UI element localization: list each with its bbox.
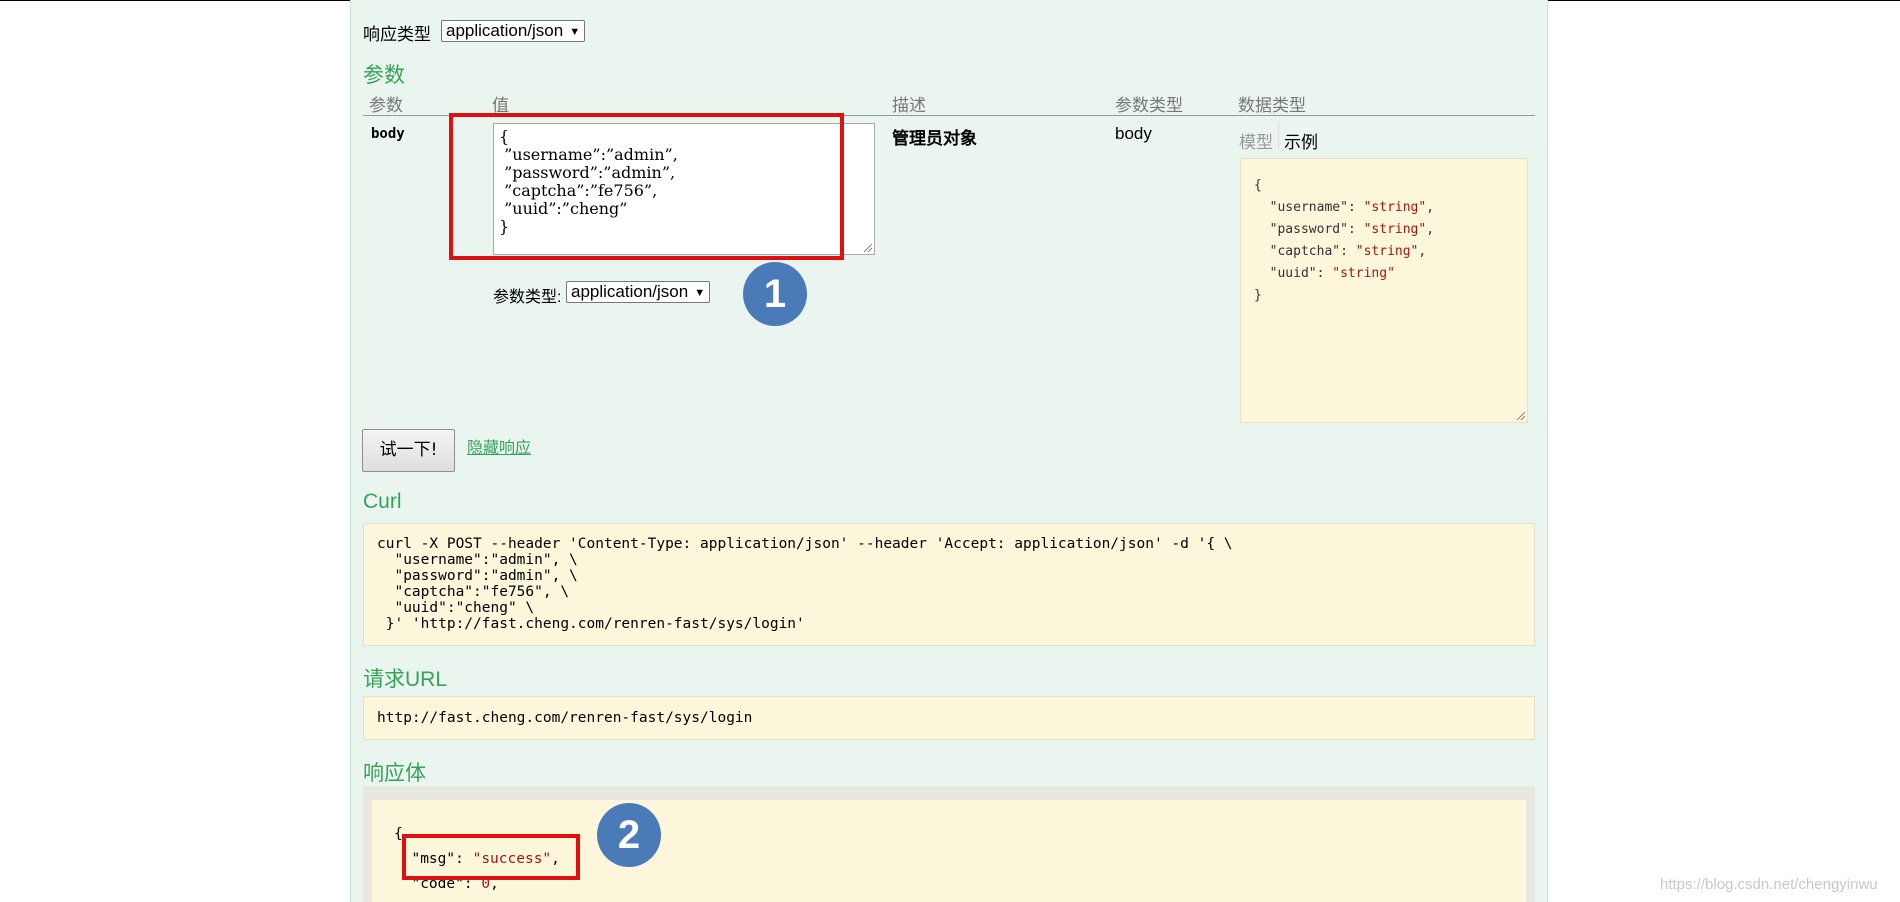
response-body-title: 响应体 bbox=[363, 762, 426, 785]
example-value: "string" bbox=[1363, 200, 1427, 215]
curl-line: curl -X POST --header 'Content-Type: app… bbox=[377, 536, 1233, 552]
chevron-down-icon: ▼ bbox=[569, 26, 581, 38]
annotation-badge-1: 1 bbox=[743, 262, 807, 326]
curl-line: "captcha":"fe756", \ bbox=[377, 584, 570, 600]
tab-model[interactable]: 模型 bbox=[1239, 128, 1273, 153]
example-sep: , bbox=[1426, 222, 1435, 237]
curl-line: "uuid":"cheng" \ bbox=[377, 600, 535, 616]
content-type-value: application/json bbox=[571, 282, 689, 301]
example-sep: , bbox=[1426, 200, 1435, 215]
content-type-select[interactable]: application/json ▼ bbox=[566, 281, 710, 303]
header-param: 参数 bbox=[369, 96, 403, 115]
example-key: "username" bbox=[1269, 200, 1348, 215]
example-value-box[interactable]: { "username": "string", "password": "str… bbox=[1240, 158, 1528, 423]
example-value: "string" bbox=[1355, 244, 1419, 259]
example-key: "password" bbox=[1269, 222, 1348, 237]
example-value: "string" bbox=[1332, 266, 1395, 281]
resize-grip-icon[interactable] bbox=[1517, 412, 1525, 420]
example-field: "username": "string", bbox=[1269, 200, 1435, 215]
param-name-body: body bbox=[371, 126, 405, 142]
content-type-label: 参数类型: bbox=[493, 289, 562, 306]
resize-grip-icon[interactable] bbox=[864, 244, 872, 252]
example-close: } bbox=[1254, 288, 1262, 303]
header-description: 描述 bbox=[892, 96, 926, 115]
header-param-type: 参数类型 bbox=[1115, 96, 1183, 115]
example-sep: , bbox=[1418, 244, 1427, 259]
example-key: "captcha" bbox=[1269, 244, 1341, 259]
params-title: 参数 bbox=[363, 64, 405, 87]
header-data-type: 数据类型 bbox=[1238, 96, 1306, 115]
example-value: "string" bbox=[1363, 222, 1427, 237]
annotation-badge-2: 2 bbox=[597, 803, 661, 867]
tab-divider bbox=[1278, 122, 1279, 150]
curl-code-box: curl -X POST --header 'Content-Type: app… bbox=[363, 523, 1535, 646]
example-field: "uuid": "string" bbox=[1269, 266, 1395, 281]
hide-response-link[interactable]: 隐藏响应 bbox=[467, 434, 531, 458]
watermark-text: https://blog.csdn.net/chengyinwu bbox=[1660, 876, 1878, 893]
response-type-value: application/json bbox=[446, 21, 564, 40]
curl-line: }' 'http://fast.cheng.com/renren-fast/sy… bbox=[377, 616, 805, 632]
tab-example-label: 示例 bbox=[1284, 133, 1318, 152]
highlight-box-2 bbox=[402, 834, 580, 880]
response-type-label: 响应类型 bbox=[363, 25, 431, 44]
curl-line: "password":"admin", \ bbox=[377, 568, 578, 584]
request-url-value: http://fast.cheng.com/renren-fast/sys/lo… bbox=[377, 710, 753, 726]
try-it-out-button[interactable]: 试一下! bbox=[362, 429, 455, 472]
example-open: { bbox=[1254, 178, 1262, 193]
response-type-select[interactable]: application/json ▼ bbox=[441, 20, 585, 42]
param-type-value: body bbox=[1115, 124, 1152, 143]
request-url-box: http://fast.cheng.com/renren-fast/sys/lo… bbox=[363, 696, 1535, 740]
tab-model-label: 模型 bbox=[1239, 133, 1273, 152]
request-url-title: 请求URL bbox=[363, 668, 448, 691]
highlight-box-1 bbox=[449, 113, 844, 260]
curl-title: Curl bbox=[363, 490, 402, 513]
example-field: "password": "string", bbox=[1269, 222, 1435, 237]
curl-line: "username":"admin", \ bbox=[377, 552, 578, 568]
param-description: 管理员对象 bbox=[892, 129, 977, 148]
tab-example[interactable]: 示例 bbox=[1284, 128, 1318, 153]
chevron-down-icon: ▼ bbox=[694, 287, 706, 299]
example-field: "captcha": "string", bbox=[1269, 244, 1427, 259]
example-key: "uuid" bbox=[1269, 266, 1317, 281]
